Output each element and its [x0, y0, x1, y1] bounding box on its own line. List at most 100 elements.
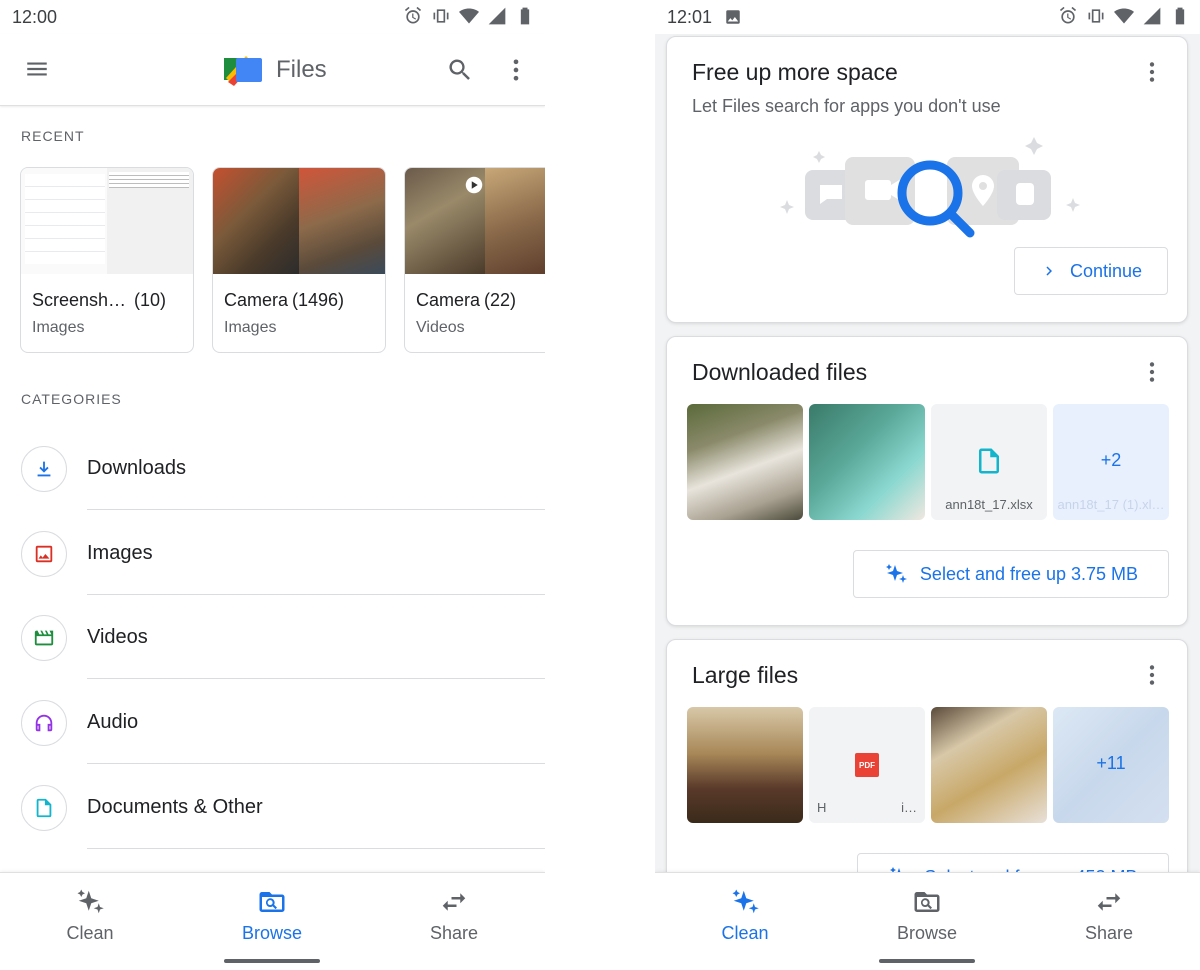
status-time: 12:00	[12, 6, 58, 27]
image-icon	[21, 531, 67, 577]
more-large-files-thumbnail[interactable]: +11	[1053, 707, 1169, 823]
document-icon	[21, 785, 67, 831]
menu-icon[interactable]	[24, 56, 50, 82]
vibrate-icon	[433, 9, 449, 23]
file-name: ann18t_17 (1).xl…	[1057, 497, 1165, 512]
status-bar: 12:00	[0, 0, 545, 34]
card-title: Downloaded files	[692, 359, 868, 385]
alarm-icon	[1059, 6, 1077, 24]
gesture-handle	[224, 959, 320, 963]
nav-share-label: Share	[1084, 923, 1134, 943]
file-name-start: H	[817, 800, 827, 815]
divider	[87, 678, 545, 679]
recent-card-screenshots[interactable]: Screensh… (10) Images	[20, 167, 194, 353]
recent-card-camera-videos[interactable]: Camera (22) Videos	[404, 167, 545, 353]
recent-card-name: Screensh…	[32, 290, 127, 310]
alarm-icon	[404, 6, 422, 24]
category-documents[interactable]: Documents & Other	[0, 785, 545, 870]
birthday-card-thumbnail[interactable]	[809, 404, 925, 520]
app-title: Files	[276, 56, 327, 83]
recent-card-name: Camera	[416, 290, 481, 310]
recent-label: RECENT	[21, 128, 85, 144]
divider	[87, 848, 545, 849]
category-images[interactable]: Images	[0, 531, 545, 616]
nav-clean[interactable]: Clean	[20, 887, 160, 944]
swap-icon	[442, 893, 466, 911]
nav-share[interactable]: Share	[1039, 887, 1179, 944]
more-vert-icon[interactable]	[502, 56, 530, 84]
category-videos[interactable]: Videos	[0, 615, 545, 700]
document-icon	[979, 448, 999, 474]
divider	[87, 763, 545, 764]
nav-browse-label: Browse	[896, 923, 958, 943]
dog-photo-thumbnail[interactable]	[687, 404, 803, 520]
signal-icon	[1143, 7, 1161, 25]
cooking-photo-thumbnail[interactable]	[931, 707, 1047, 823]
nav-share-label: Share	[429, 923, 479, 943]
divider	[87, 594, 545, 595]
nav-browse[interactable]: Browse	[202, 887, 342, 944]
download-icon	[21, 446, 67, 492]
battery-icon	[520, 7, 530, 25]
browse-icon	[914, 892, 940, 912]
file-thumbnail[interactable]: ann18t_17.xlsx	[931, 404, 1047, 520]
gesture-handle	[879, 959, 975, 963]
screenshot-thumbnail	[21, 168, 193, 274]
categories-label: CATEGORIES	[21, 391, 122, 407]
pdf-thumbnail[interactable]: PDF H i…	[809, 707, 925, 823]
play-icon	[465, 176, 483, 194]
wifi-icon	[459, 8, 479, 24]
recent-card-count: (10)	[134, 290, 167, 310]
pdf-icon: PDF	[855, 753, 879, 777]
free-up-downloaded-button[interactable]: Select and free up 3.75 MB	[853, 550, 1169, 598]
cat-photo-thumbnail	[213, 168, 385, 274]
headphones-icon	[21, 700, 67, 746]
category-downloads[interactable]: Downloads	[0, 446, 545, 531]
more-vert-icon[interactable]	[1139, 359, 1165, 385]
category-audio[interactable]: Audio	[0, 700, 545, 785]
nav-browse[interactable]: Browse	[857, 887, 997, 944]
more-vert-icon[interactable]	[1139, 59, 1165, 85]
recent-card-type: Images	[224, 319, 277, 336]
recent-card-camera-images[interactable]: Camera (1496) Images	[212, 167, 386, 353]
nav-clean-label: Clean	[721, 923, 769, 943]
browse-screen: 12:00 Files RECENT Screensh… (10) Images…	[0, 0, 545, 970]
recent-card-count: (22)	[484, 290, 517, 310]
sparkle-icon	[77, 889, 104, 914]
more-vert-icon[interactable]	[1139, 662, 1165, 688]
downloaded-thumbnails: ann18t_17.xlsx +2 ann18t_17 (1).xl…	[687, 404, 1169, 520]
nav-clean[interactable]: Clean	[675, 887, 815, 944]
recent-list: Screensh… (10) Images Camera (1496) Imag…	[20, 167, 545, 353]
free-up-button-label: Select and free up 3.75 MB	[919, 563, 1139, 584]
sparkle-icon	[732, 889, 759, 914]
large-file-thumbnails: PDF H i… +11	[687, 707, 1169, 823]
card-title: Free up more space	[692, 59, 898, 85]
clean-screen: 12:01 Free up more space Let Files searc…	[655, 0, 1200, 970]
recent-card-name: Camera	[224, 290, 289, 310]
more-count: +2	[1100, 450, 1122, 470]
search-icon[interactable]	[446, 56, 474, 84]
swap-icon	[1097, 893, 1121, 911]
files-logo	[224, 56, 262, 86]
wifi-icon	[1114, 8, 1134, 24]
nav-share[interactable]: Share	[384, 887, 524, 944]
recent-card-type: Images	[32, 319, 85, 336]
battery-icon	[1175, 7, 1185, 25]
bottom-navigation: Clean Browse Share	[655, 872, 1200, 970]
free-space-card: Free up more space Let Files search for …	[666, 36, 1188, 323]
nav-clean-label: Clean	[66, 923, 114, 943]
recent-card-count: (1496)	[292, 290, 345, 310]
image-notification-icon	[726, 10, 740, 24]
vibrate-icon	[1088, 9, 1104, 23]
downloaded-files-card: Downloaded files ann18t_17.xlsx +2 ann18…	[666, 336, 1188, 626]
more-files-thumbnail[interactable]: +2 ann18t_17 (1).xl…	[1053, 404, 1169, 520]
large-files-card: Large files PDF H i… +11 Select and free…	[666, 639, 1188, 901]
continue-button[interactable]: Continue	[1014, 247, 1168, 295]
category-label: Images	[87, 542, 153, 564]
file-name-end: i…	[901, 800, 917, 815]
recent-card-type: Videos	[416, 319, 465, 336]
file-name: ann18t_17.xlsx	[945, 497, 1033, 512]
room-photo-thumbnail[interactable]	[687, 707, 803, 823]
category-label: Audio	[87, 711, 139, 733]
card-subtitle: Let Files search for apps you don't use	[692, 96, 1001, 116]
